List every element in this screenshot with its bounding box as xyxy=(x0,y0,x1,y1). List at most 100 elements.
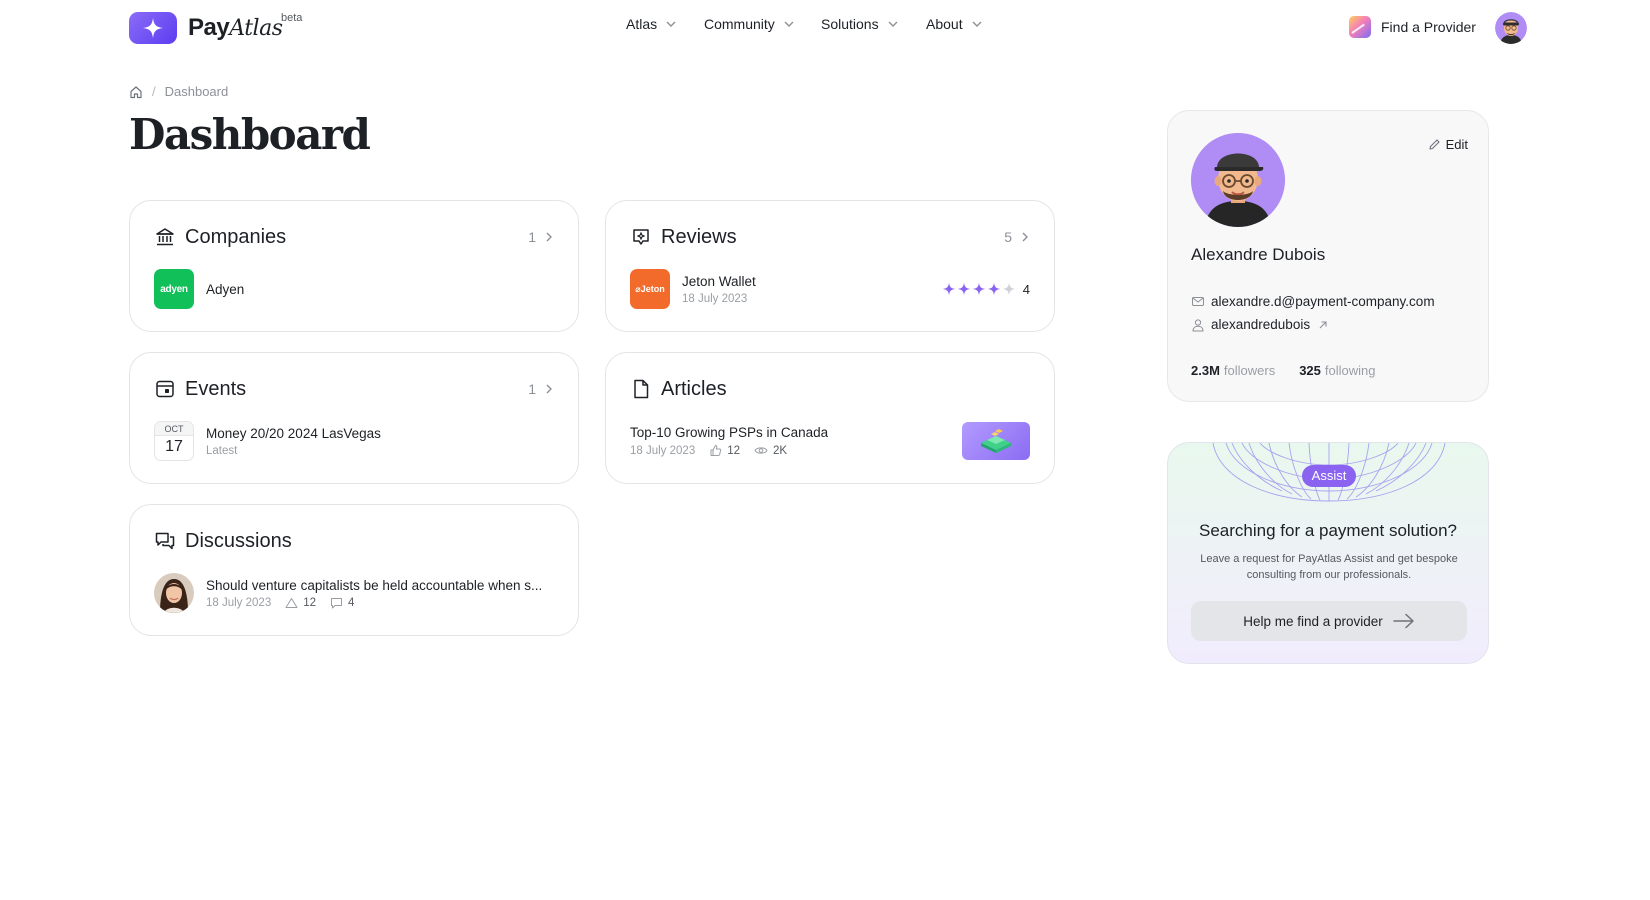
following-label: following xyxy=(1324,363,1376,378)
companies-see-all[interactable]: 1 xyxy=(528,229,554,245)
author-avatar xyxy=(154,573,194,613)
review-rating: 4 xyxy=(1022,281,1030,297)
discussion-title: Should venture capitalists be held accou… xyxy=(206,577,543,593)
star-icon xyxy=(972,282,985,296)
edit-profile-button[interactable]: Edit xyxy=(1428,137,1468,152)
profile-stats: 2.3M followers 325 following xyxy=(1191,363,1400,378)
star-rating: 4 xyxy=(942,282,1030,297)
article-date: 18 July 2023 xyxy=(630,444,696,457)
profile-email[interactable]: alexandre.d@payment-company.com xyxy=(1191,294,1435,309)
brand-atlas: Atlas xyxy=(229,16,283,41)
list-item[interactable]: OCT 17 Money 20/20 2024 LasVegas Latest xyxy=(154,421,554,461)
comment-icon xyxy=(331,597,343,608)
following-count: 325 xyxy=(1299,363,1321,378)
event-name: Money 20/20 2024 LasVegas xyxy=(206,425,381,441)
list-item[interactable]: ⌀Jeton Jeton Wallet 18 July 2023 4 xyxy=(630,269,1030,309)
companies-count: 1 xyxy=(528,229,536,245)
page-title: Dashboard xyxy=(129,110,371,159)
reviews-card-header: Reviews 5 xyxy=(630,223,1030,251)
chevron-right-icon xyxy=(546,232,552,242)
help-find-provider-button[interactable]: Help me find a provider xyxy=(1191,601,1467,641)
star-icon xyxy=(987,282,1000,296)
nav-atlas-label: Atlas xyxy=(626,16,658,32)
event-month: OCT xyxy=(155,422,193,436)
companies-card: Companies 1 adyen Adyen xyxy=(129,200,579,332)
articles-card-header: Articles xyxy=(630,375,1030,403)
events-title: Events xyxy=(185,377,247,400)
list-item-text: Jeton Wallet 18 July 2023 xyxy=(682,274,756,305)
nav-solutions[interactable]: Solutions xyxy=(821,16,899,32)
chevron-right-icon xyxy=(1022,232,1028,242)
reviews-card: Reviews 5 ⌀Jeton Jeton Wallet 18 July 20… xyxy=(605,200,1055,332)
review-date: 18 July 2023 xyxy=(682,292,748,305)
assist-subtitle: Leave a request for PayAtlas Assist and … xyxy=(1200,553,1458,581)
top-navigation-bar: PayAtlas beta Atlas Community Solutions … xyxy=(0,0,1650,56)
payatlas-logo[interactable]: PayAtlas beta xyxy=(129,12,302,44)
events-see-all[interactable]: 1 xyxy=(528,381,554,397)
breadcrumb-separator: / xyxy=(152,84,156,99)
list-item[interactable]: Should venture capitalists be held accou… xyxy=(154,573,554,613)
company-name: Adyen xyxy=(206,281,245,297)
breadcrumb: / Dashboard xyxy=(129,84,228,99)
profile-handle-link[interactable]: alexandredubois xyxy=(1191,317,1335,332)
profile-handle-text: alexandredubois xyxy=(1211,317,1311,332)
review-name: Jeton Wallet xyxy=(682,273,756,289)
user-icon xyxy=(1192,318,1204,331)
profile-card: Edit Alexandre Dubois alexandre.d@paymen… xyxy=(1167,110,1489,402)
find-provider-label: Find a Provider xyxy=(1381,19,1476,35)
discussions-card: Discussions Should venture capitalists b… xyxy=(129,504,579,636)
breadcrumb-current: Dashboard xyxy=(164,84,229,99)
upvote-triangle-icon xyxy=(285,597,298,608)
list-item[interactable]: Top-10 Growing PSPs in Canada 18 July 20… xyxy=(630,421,1030,461)
following-stat[interactable]: 325 following xyxy=(1299,363,1375,378)
nav-atlas[interactable]: Atlas xyxy=(626,16,677,32)
companies-title: Companies xyxy=(185,225,287,248)
star-icon xyxy=(1002,282,1015,296)
home-icon[interactable] xyxy=(129,85,143,99)
nav-about-label: About xyxy=(926,16,963,32)
nav-community[interactable]: Community xyxy=(704,16,795,32)
discussions-title: Discussions xyxy=(185,529,292,552)
brand-pay: Pay xyxy=(188,14,230,41)
star-icon xyxy=(942,282,955,296)
events-card: Events 1 OCT 17 Money 20/20 2024 LasVega… xyxy=(129,352,579,484)
chevron-down-icon xyxy=(666,21,676,27)
arrow-right-icon xyxy=(1393,613,1414,629)
help-find-provider-label: Help me find a provider xyxy=(1243,613,1383,629)
reviews-count: 5 xyxy=(1004,229,1012,245)
reviews-title: Reviews xyxy=(661,225,737,248)
find-provider-button[interactable]: Find a Provider xyxy=(1349,16,1476,38)
sparkle-logo-icon xyxy=(129,12,177,44)
list-item-text: Should venture capitalists be held accou… xyxy=(206,578,542,609)
thumbs-up-icon xyxy=(710,445,722,456)
document-icon xyxy=(630,378,652,400)
chevron-right-icon xyxy=(546,384,552,394)
discussions-card-header: Discussions xyxy=(154,527,554,555)
followers-stat[interactable]: 2.3M followers xyxy=(1191,363,1275,378)
assist-title: Searching for a payment solution? xyxy=(1199,521,1457,540)
mail-icon xyxy=(1192,297,1204,306)
jeton-logo-text: ⌀Jeton xyxy=(635,283,665,294)
bank-icon xyxy=(154,226,176,248)
followers-count: 2.3M xyxy=(1191,363,1220,378)
jeton-logo: ⌀Jeton xyxy=(630,269,670,309)
event-day: 17 xyxy=(165,438,183,455)
article-views: 2K xyxy=(754,444,787,457)
events-card-header: Events 1 xyxy=(154,375,554,403)
articles-card: Articles Top-10 Growing PSPs in Canada 1… xyxy=(605,352,1055,484)
edit-label: Edit xyxy=(1445,137,1468,152)
adyen-logo-text: adyen xyxy=(160,283,188,295)
companies-card-header: Companies 1 xyxy=(154,223,554,251)
article-thumbnail xyxy=(962,422,1030,460)
nav-about[interactable]: About xyxy=(926,16,983,32)
adyen-logo: adyen xyxy=(154,269,194,309)
discussion-comments: 4 xyxy=(330,597,354,609)
article-views-count: 2K xyxy=(773,444,788,457)
reviews-see-all[interactable]: 5 xyxy=(1004,229,1030,245)
followers-label: followers xyxy=(1223,363,1276,378)
user-avatar[interactable] xyxy=(1495,12,1527,44)
chat-bubbles-icon xyxy=(154,530,176,552)
assist-badge: Assist xyxy=(1302,465,1356,487)
list-item[interactable]: adyen Adyen xyxy=(154,269,554,309)
nav-solutions-label: Solutions xyxy=(821,16,879,32)
